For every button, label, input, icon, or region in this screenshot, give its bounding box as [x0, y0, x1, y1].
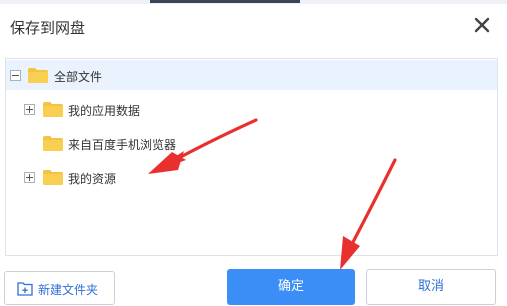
close-icon[interactable]	[471, 14, 493, 36]
folder-tree: 全部文件 我的应用数据 来自百度手机浏览器 我的资源	[5, 58, 498, 256]
tree-item-my-resources[interactable]: 我的资源	[6, 162, 497, 192]
tree-item-label: 来自百度手机浏览器	[68, 138, 177, 152]
tree-item-all-files[interactable]: 全部文件	[6, 60, 497, 90]
folder-icon	[43, 102, 63, 117]
save-to-cloud-dialog: 保存到网盘 全部文件 我的应用数据 来自百度手机浏览器 我的资源 新建文件夹 确…	[0, 0, 507, 306]
new-folder-label: 新建文件夹	[38, 283, 99, 297]
cancel-button[interactable]: 取消	[366, 269, 496, 305]
folder-icon	[43, 136, 63, 151]
top-strip-accent	[150, 0, 300, 3]
new-folder-button[interactable]: 新建文件夹	[4, 271, 115, 305]
collapse-toggle[interactable]	[10, 70, 21, 81]
dialog-title: 保存到网盘	[10, 19, 86, 37]
folder-icon	[28, 68, 48, 83]
tree-item-label: 我的应用数据	[68, 104, 141, 118]
expand-toggle[interactable]	[24, 172, 35, 183]
dialog-titlebar: 保存到网盘	[0, 4, 507, 48]
new-folder-icon	[17, 282, 33, 296]
ok-button[interactable]: 确定	[227, 269, 355, 305]
tree-item-label: 全部文件	[54, 70, 103, 84]
tree-item-label: 我的资源	[68, 172, 117, 186]
folder-icon	[43, 170, 63, 185]
tree-item-baidu-browser[interactable]: 来自百度手机浏览器	[6, 128, 497, 158]
expand-toggle[interactable]	[24, 104, 35, 115]
tree-item-app-data[interactable]: 我的应用数据	[6, 94, 497, 124]
